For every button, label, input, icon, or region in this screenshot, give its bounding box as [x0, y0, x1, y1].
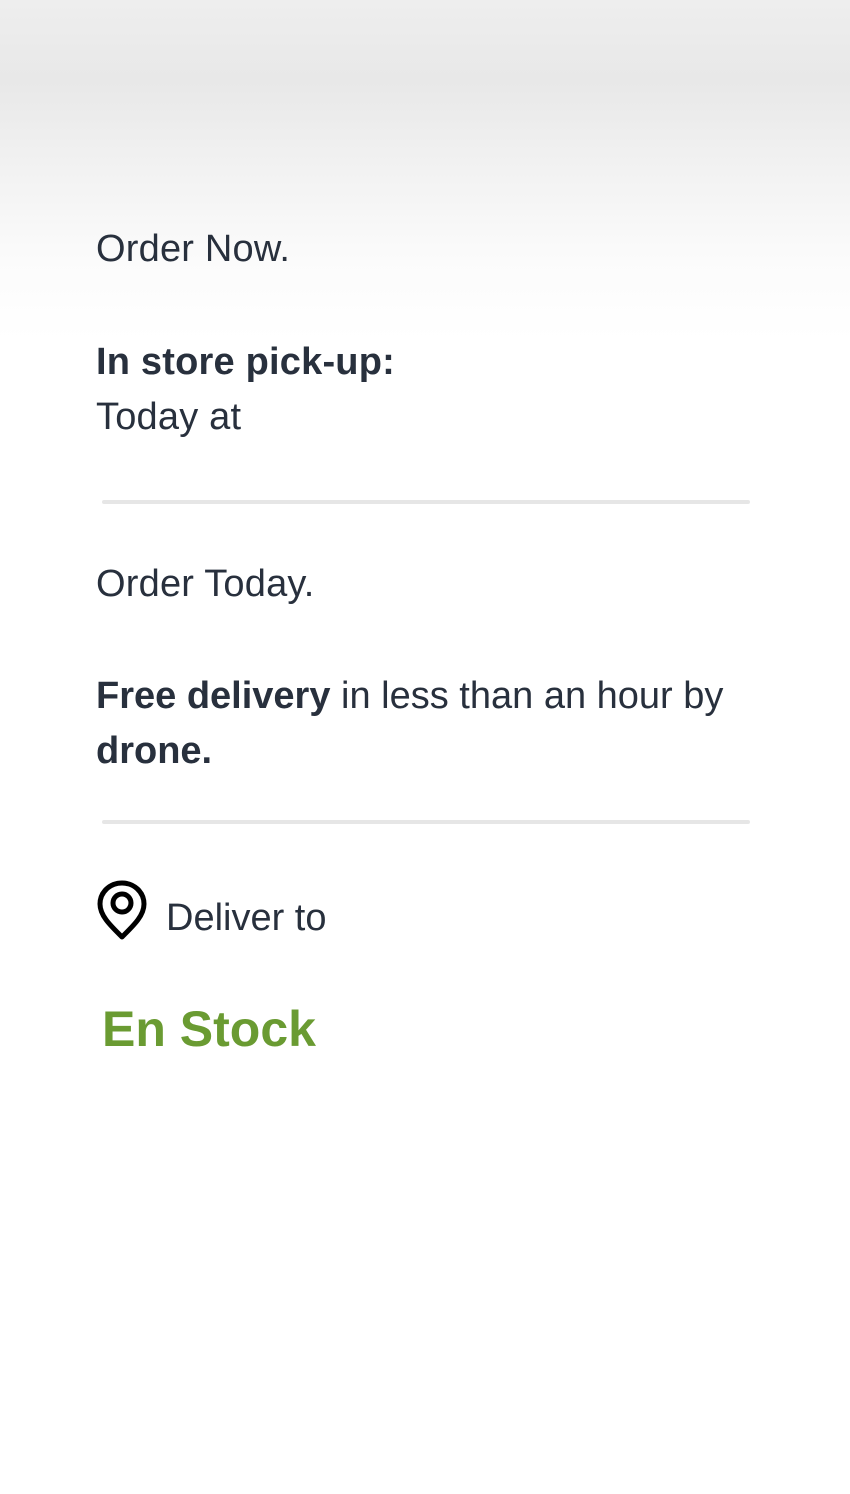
pickup-time: Today at [96, 396, 242, 438]
delivery-time-text: in less than an hour by [330, 675, 724, 717]
pickup-label: In store pick-up: [96, 341, 395, 383]
header-gradient [0, 0, 850, 340]
stock-status: En Stock [102, 1001, 316, 1057]
deliver-to-link[interactable]: Deliver to [166, 891, 327, 945]
order-today-text: Order Today. [96, 563, 315, 605]
drone-text: drone. [96, 730, 213, 772]
free-delivery-text: Free delivery [96, 675, 331, 717]
order-now-text: Order Now. [96, 228, 291, 270]
map-pin-icon[interactable] [96, 878, 148, 942]
divider [102, 820, 750, 824]
delivery-info: Free delivery in less than an hour by dr… [96, 669, 736, 779]
divider [102, 500, 750, 504]
